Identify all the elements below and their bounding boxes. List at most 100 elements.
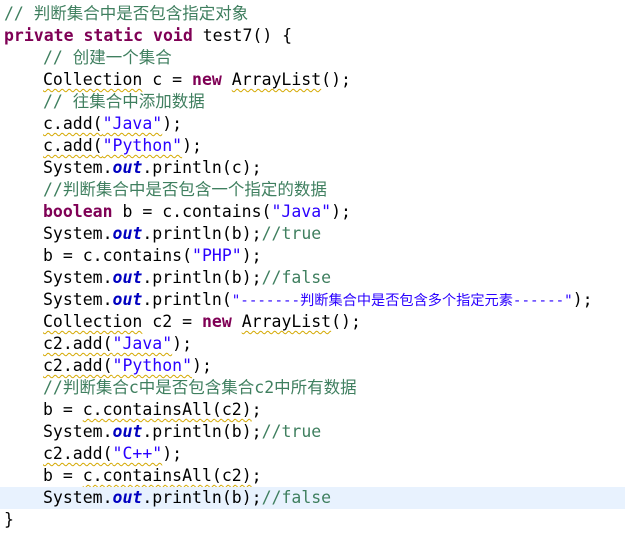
raw-type-warning: ArrayList: [231, 70, 322, 89]
keyword: boolean: [43, 202, 113, 221]
code-line: // 创建一个集合: [0, 47, 625, 69]
code-text: System.: [43, 290, 113, 309]
static-field: out: [112, 488, 143, 507]
code-line: c.add("Python");: [0, 135, 625, 157]
code-line: System.out.println(b);//false: [0, 267, 625, 289]
code-text: c2 =: [142, 312, 202, 331]
raw-type-warning: Collection: [43, 70, 143, 89]
code-line: c.add("Java");: [0, 113, 625, 135]
comment: // 判断集合中是否包含指定对象: [4, 4, 249, 23]
closing-brace: }: [4, 510, 14, 529]
code-text: .println(b);: [142, 488, 262, 507]
code-text: );: [241, 246, 262, 265]
code-text: System.: [43, 422, 113, 441]
code-line: // 往集合中添加数据: [0, 91, 625, 113]
string-literal: "C++": [112, 444, 163, 463]
code-text: .println(b);: [142, 422, 262, 441]
code-line: }: [0, 509, 625, 531]
static-field: out: [112, 268, 143, 287]
code-line: System.out.println("-------判断集合中是否包含多个指定…: [0, 289, 625, 311]
static-field: out: [112, 422, 143, 441]
code-line: c2.add("Python");: [0, 355, 625, 377]
comment: // 往集合中添加数据: [43, 92, 205, 111]
code-text: );: [172, 334, 193, 353]
code-text: System.: [43, 224, 113, 243]
unchecked-call-warning: c2.add(: [43, 444, 113, 463]
static-field: out: [112, 224, 143, 243]
keyword: void: [153, 26, 193, 45]
keyword: new: [201, 312, 232, 331]
static-field: out: [112, 158, 143, 177]
comment: //判断集合c中是否包含集合c2中所有数据: [43, 378, 357, 397]
code-line: Collection c2 = new ArrayList();: [0, 311, 625, 333]
code-line: // 判断集合中是否包含指定对象: [0, 3, 625, 25]
string-literal: "-------判断集合中是否包含多个指定元素------": [231, 293, 573, 309]
string-literal: "Java": [112, 334, 173, 353]
code-text: .println(c);: [142, 158, 262, 177]
code-text: test7() {: [192, 26, 293, 45]
code-text: System.: [43, 268, 113, 287]
code-text: b =: [43, 466, 83, 485]
code-text: .println(b);: [142, 224, 262, 243]
keyword: static: [83, 26, 144, 45]
unchecked-call-warning: c.add(: [43, 136, 103, 155]
code-line: Collection c = new ArrayList();: [0, 69, 625, 91]
code-line: b = c.containsAll(c2);: [0, 399, 625, 421]
raw-type-warning: Collection: [43, 312, 143, 331]
string-literal: "Python": [102, 136, 183, 155]
code-text: ();: [331, 312, 361, 331]
string-literal: "Python": [112, 356, 193, 375]
comment: //false: [261, 268, 332, 287]
code-line: System.out.println(b);//true: [0, 223, 625, 245]
code-line: System.out.println(c);: [0, 157, 625, 179]
code-line: b = c.containsAll(c2);: [0, 465, 625, 487]
code-text: ;: [251, 400, 262, 419]
static-field: out: [112, 290, 143, 309]
code-text: c =: [142, 70, 193, 89]
unchecked-call-warning: c.containsAll(c2): [82, 400, 252, 419]
code-text: );: [182, 136, 202, 155]
comment: //true: [261, 422, 322, 441]
code-line: boolean b = c.contains("Java");: [0, 201, 625, 223]
code-text: System.: [43, 158, 113, 177]
code-text: b = c.contains(: [43, 246, 193, 265]
string-literal: "Java": [102, 114, 163, 133]
keyword: private: [4, 26, 74, 45]
code-text: );: [572, 290, 593, 309]
code-editor[interactable]: // 判断集合中是否包含指定对象 private static void tes…: [0, 0, 625, 537]
code-text: ();: [321, 70, 351, 89]
comment: //true: [261, 224, 322, 243]
comment: //判断集合中是否包含一个指定的数据: [43, 180, 327, 199]
unchecked-call-warning: c.containsAll(c2): [82, 466, 252, 485]
comment: //false: [261, 488, 332, 507]
comment: // 创建一个集合: [43, 48, 172, 67]
code-text: );: [162, 114, 183, 133]
code-text: b =: [43, 400, 83, 419]
code-line: b = c.contains("PHP");: [0, 245, 625, 267]
unchecked-call-warning: c2.add(: [43, 356, 113, 375]
code-text: );: [162, 444, 183, 463]
code-text: System.: [43, 488, 113, 507]
unchecked-call-warning: c.add(: [43, 114, 103, 133]
string-literal: "Java": [271, 202, 332, 221]
code-text: ;: [251, 466, 262, 485]
string-literal: "PHP": [192, 246, 242, 265]
code-text: .println(b);: [142, 268, 262, 287]
unchecked-call-warning: c2.add(: [43, 334, 113, 353]
code-text: .println(: [142, 290, 232, 309]
code-text: b = c.contains(: [112, 202, 272, 221]
code-text: );: [331, 202, 351, 221]
code-line: private static void test7() {: [0, 25, 625, 47]
code-text: );: [192, 356, 212, 375]
code-line: c2.add("C++");: [0, 443, 625, 465]
code-line: //判断集合c中是否包含集合c2中所有数据: [0, 377, 625, 399]
code-line: c2.add("Java");: [0, 333, 625, 355]
keyword: new: [192, 70, 222, 89]
code-line: //判断集合中是否包含一个指定的数据: [0, 179, 625, 201]
current-code-line[interactable]: System.out.println(b);//false: [0, 487, 625, 509]
raw-type-warning: ArrayList: [241, 312, 332, 331]
